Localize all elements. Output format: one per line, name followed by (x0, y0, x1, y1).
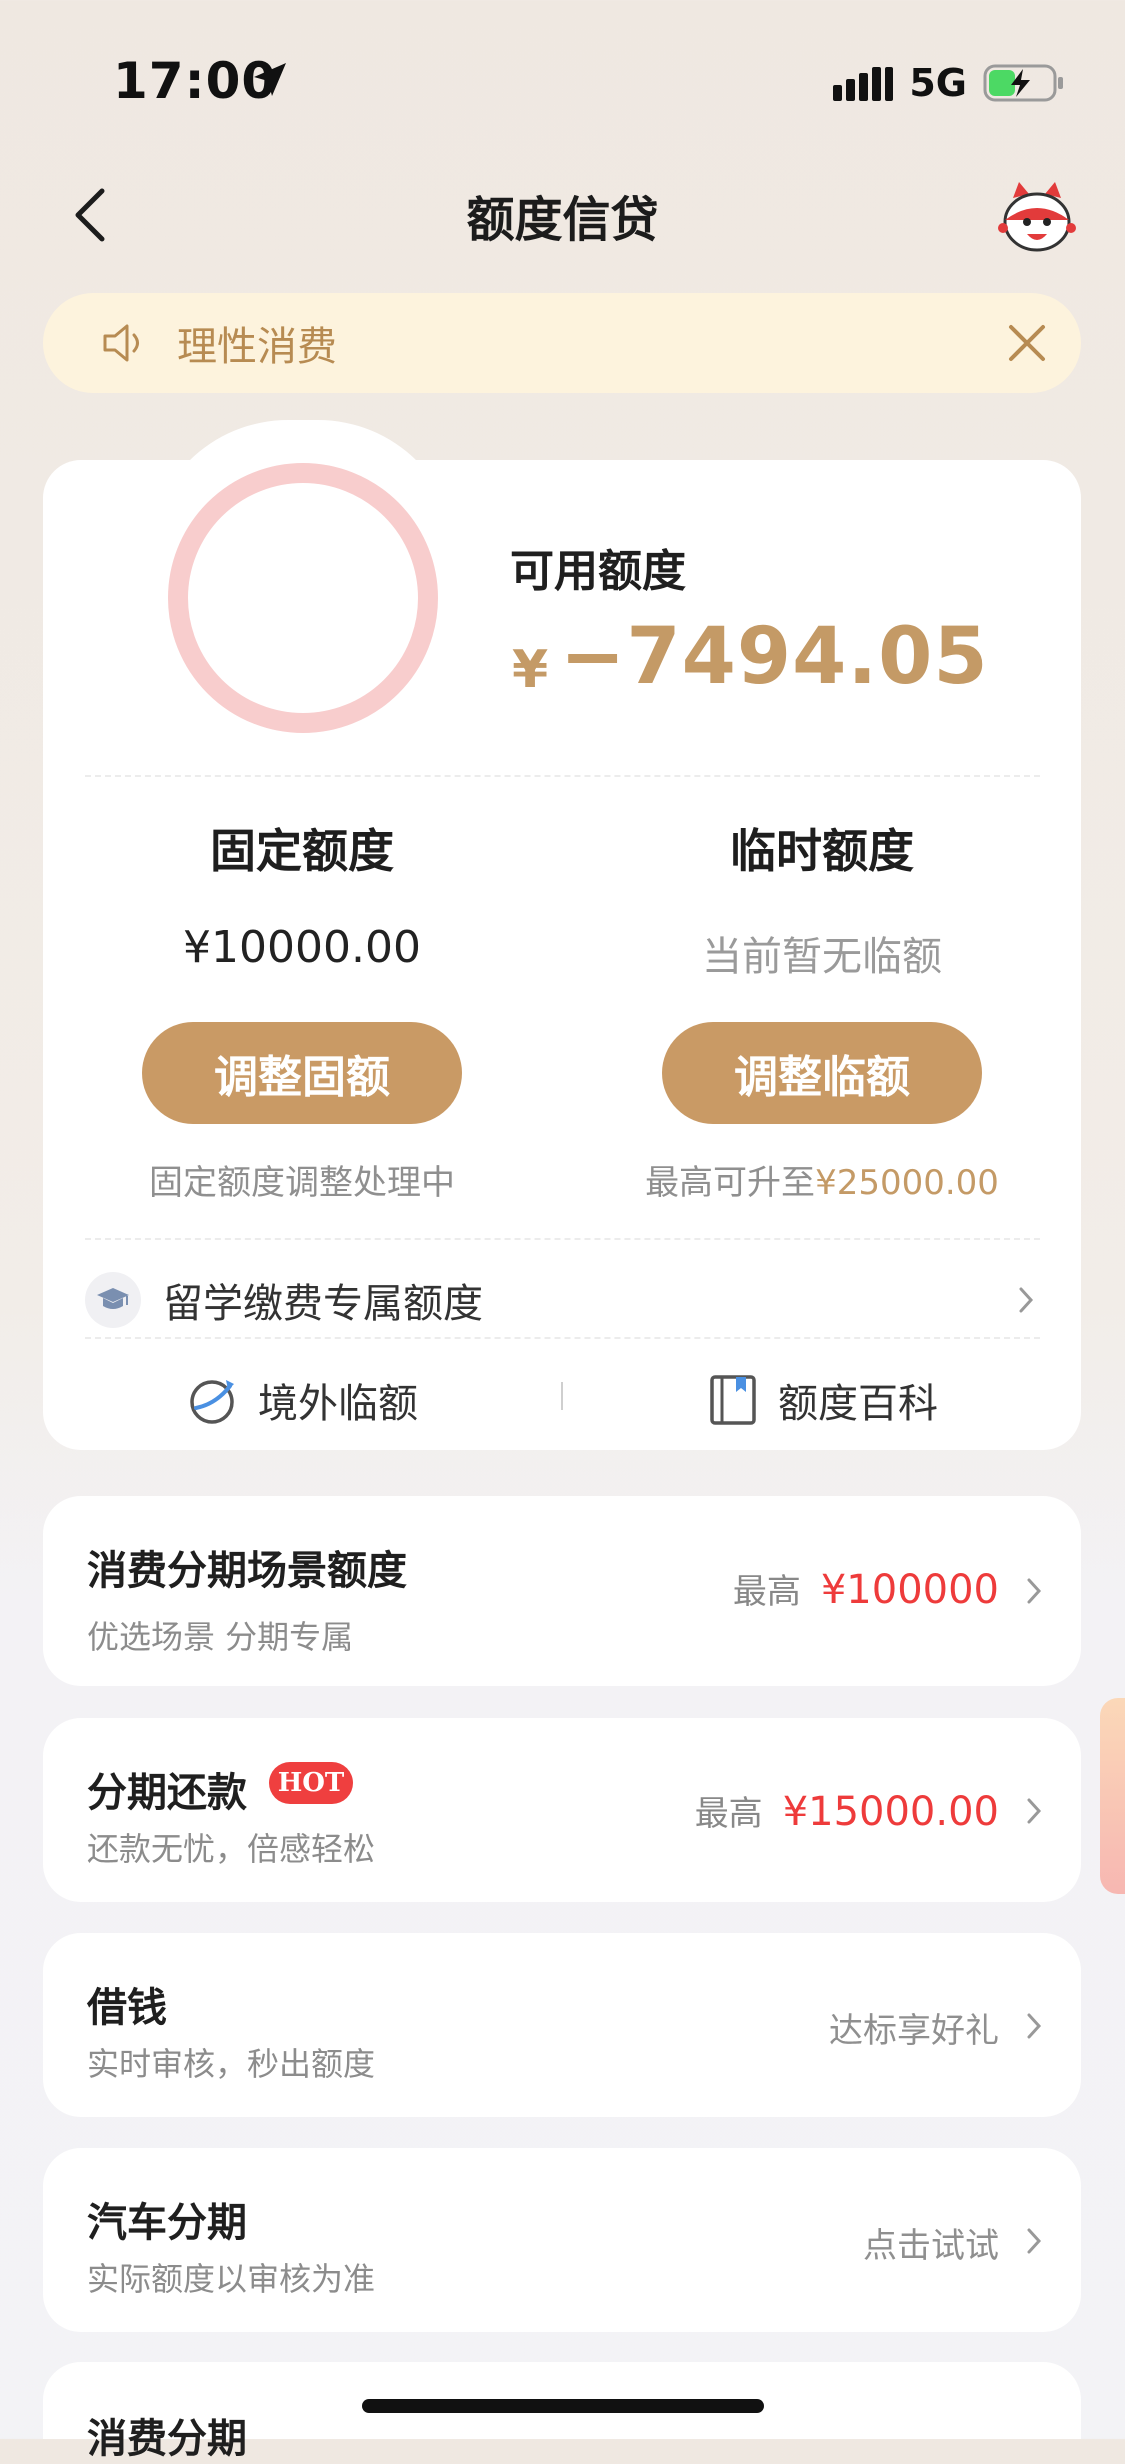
notice-text: 理性消费 (177, 324, 337, 370)
list-item-cta: 达标享好礼 (829, 2011, 999, 2051)
temp-credit-value: 当前暂无临额 (702, 934, 942, 980)
list-item-cta: 点击试试 (863, 2226, 999, 2266)
credit-usage-ring (168, 463, 438, 733)
chevron-right-icon (1027, 1798, 1042, 1824)
speaker-icon (103, 324, 139, 362)
divider (85, 1238, 1040, 1240)
temp-note-prefix: 最高可升至 (645, 1163, 816, 1203)
tool-separator (561, 1382, 563, 1410)
fixed-credit-note: 固定额度调整处理中 (149, 1163, 455, 1203)
list-item-value: 最高 ¥15000.00 (695, 1786, 999, 1835)
list-item-installment-repay[interactable]: 分期还款 HOT 还款无忧，倍感轻松 最高 ¥15000.00 (43, 1718, 1081, 1902)
mascot-service-icon[interactable] (997, 180, 1077, 260)
notice-bar: 理性消费 (43, 293, 1081, 393)
list-item-car-installment[interactable]: 汽车分期 实际额度以审核为准 点击试试 (43, 2148, 1081, 2332)
credit-wiki-link[interactable]: 额度百科 (708, 1365, 938, 1435)
temp-credit-note: 最高可升至¥25000.00 (592, 1155, 1052, 1204)
chevron-right-icon (1019, 1287, 1034, 1313)
status-indicators: 5G (833, 58, 1065, 108)
divider (85, 1337, 1040, 1339)
list-item-value: 最高 ¥100000 (733, 1564, 999, 1613)
study-abroad-row[interactable]: 留学缴费专属额度 (85, 1262, 1040, 1338)
list-item-subtitle: 还款无忧，倍感轻松 (87, 1830, 376, 1868)
graduation-cap-icon (85, 1272, 141, 1328)
overseas-temp-credit-link[interactable]: 境外临额 (186, 1365, 418, 1435)
list-item-subtitle: 优选场景 分期专属 (87, 1618, 354, 1656)
network-label: 5G (909, 61, 967, 105)
study-abroad-label: 留学缴费专属额度 (163, 1281, 483, 1327)
list-item-title: 消费分期场景额度 (87, 1548, 407, 1594)
adjust-fixed-button[interactable]: 调整固额 (142, 1022, 462, 1124)
signal-icon (833, 67, 894, 101)
available-label: 可用额度 (510, 546, 686, 597)
list-item-value: 达标享好礼 (829, 2003, 999, 2052)
home-indicator (362, 2399, 764, 2413)
max-amount: ¥15000.00 (782, 1789, 999, 1835)
divider (85, 775, 1040, 777)
max-amount: ¥100000 (820, 1567, 999, 1613)
hot-badge: HOT (269, 1762, 353, 1804)
max-prefix: 最高 (732, 1572, 801, 1612)
available-amount: −7494.05 (560, 612, 989, 702)
list-item-scene-installment[interactable]: 消费分期场景额度 优选场景 分期专属 最高 ¥100000 (43, 1496, 1081, 1686)
credit-wiki-label: 额度百科 (778, 1381, 938, 1427)
book-icon (710, 1375, 756, 1425)
chevron-right-icon (1027, 2228, 1042, 2254)
max-prefix: 最高 (694, 1794, 763, 1834)
floating-promo-tab[interactable] (1100, 1698, 1125, 1894)
overseas-temp-credit-label: 境外临额 (258, 1381, 418, 1427)
list-item-title: 分期还款 (87, 1770, 247, 1816)
fixed-credit-title: 固定额度 (210, 824, 394, 878)
list-item-subtitle: 实时审核，秒出额度 (87, 2045, 376, 2083)
list-item-title: 汽车分期 (87, 2200, 247, 2246)
list-item-title: 借钱 (87, 1985, 167, 2031)
location-arrow-icon (254, 63, 286, 96)
battery-charging-icon (983, 64, 1063, 102)
adjust-temp-button[interactable]: 调整临额 (662, 1022, 982, 1124)
page-title: 额度信贷 (466, 192, 659, 248)
list-item-subtitle: 实际额度以审核为准 (87, 2260, 376, 2298)
chevron-right-icon (1027, 1578, 1042, 1604)
chevron-right-icon (1027, 2013, 1042, 2039)
close-icon[interactable] (1005, 321, 1049, 365)
globe-plane-icon (190, 1380, 234, 1424)
list-item-title: 消费分期 (87, 2416, 247, 2462)
fixed-credit-value: ¥10000.00 (183, 922, 421, 973)
list-item-value: 点击试试 (863, 2218, 999, 2267)
available-currency: ¥ (512, 640, 549, 700)
list-item-borrow[interactable]: 借钱 实时审核，秒出额度 达标享好礼 (43, 1933, 1081, 2117)
temp-credit-title: 临时额度 (730, 824, 914, 878)
temp-note-amount: ¥25000.00 (815, 1163, 999, 1203)
